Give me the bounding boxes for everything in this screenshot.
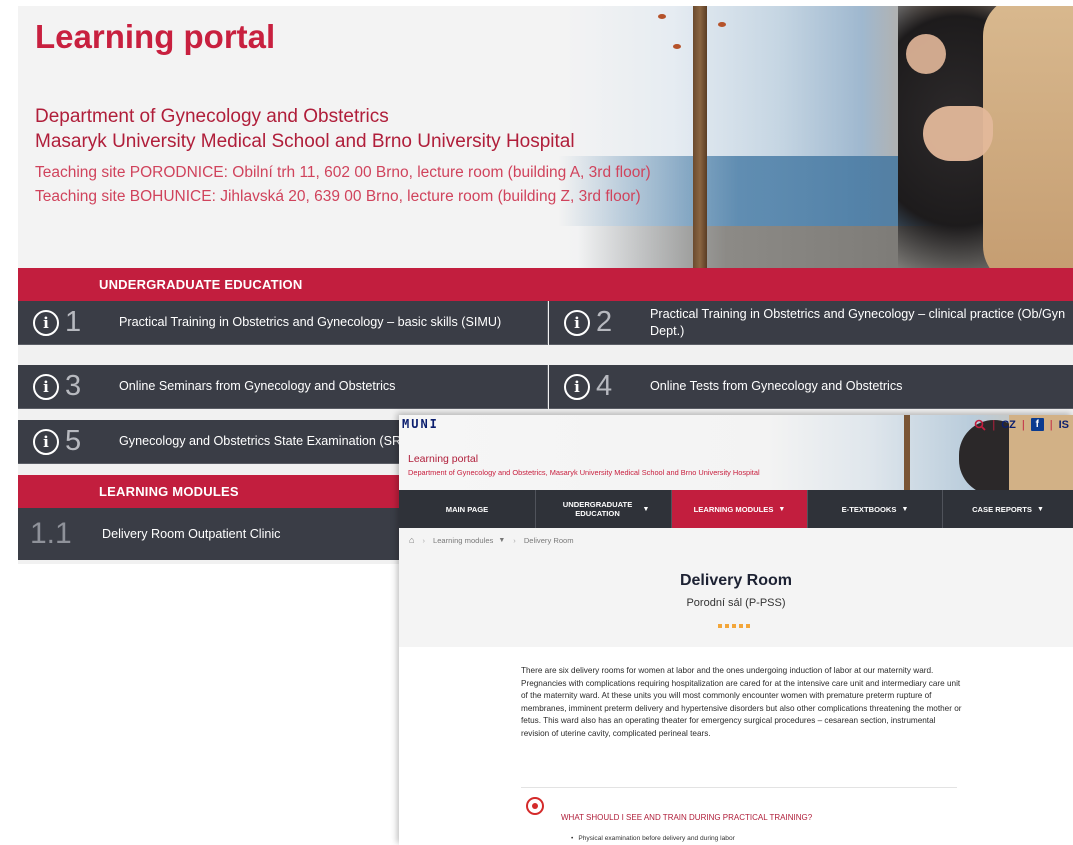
practical-training-heading: WHAT SHOULD I SEE AND TRAIN DURING PRACT… <box>561 813 813 822</box>
nav-main-page[interactable]: MAIN PAGE <box>399 490 536 528</box>
decorative-dots <box>718 624 750 628</box>
dot <box>739 624 743 628</box>
breadcrumb-current: Delivery Room <box>523 535 574 545</box>
delivery-room-window: MUNI Learning portal Department of Gynec… <box>399 415 1073 845</box>
hero-hand <box>923 106 993 161</box>
caret-down-icon: ▼ <box>778 505 786 513</box>
nav-label: E-TEXTBOOKS <box>841 504 897 514</box>
main-nav: MAIN PAGE UNDERGRADUATE EDUCATION ▼ LEAR… <box>399 490 1073 528</box>
page-header: MUNI Learning portal Department of Gynec… <box>399 415 1073 490</box>
learning-modules-heading[interactable]: LEARNING MODULES <box>18 475 400 508</box>
muni-logo[interactable]: MUNI <box>402 417 439 431</box>
dot <box>732 624 736 628</box>
hero-leaf <box>718 22 726 27</box>
page-description: There are six delivery rooms for women a… <box>521 666 962 738</box>
hero-banner: Learning portal Department of Gynecology… <box>18 6 1073 268</box>
course-tile-3[interactable]: i 3 Online Seminars from Gynecology and … <box>18 365 548 409</box>
caret-down-icon: ▼ <box>901 505 909 513</box>
module-label: Delivery Room Outpatient Clinic <box>102 527 281 541</box>
teaching-site-bohunice: Teaching site BOHUNICE: Jihlavská 20, 63… <box>35 188 641 205</box>
hero-jacket <box>983 6 1073 268</box>
nav-label: MAIN PAGE <box>445 504 489 514</box>
section-heading-label: UNDERGRADUATE EDUCATION <box>99 277 303 292</box>
nav-label: LEARNING MODULES <box>693 504 774 514</box>
course-number: 4 <box>596 370 613 402</box>
course-tile-4[interactable]: i 4 Online Tests from Gynecology and Obs… <box>549 365 1073 409</box>
page-title: Delivery Room <box>679 572 793 589</box>
nav-e-textbooks[interactable]: E-TEXTBOOKS ▼ <box>808 490 943 528</box>
dot <box>725 624 729 628</box>
page-local-name: Porodní sál (P-PSS) <box>686 597 786 609</box>
course-label: Practical Training in Obstetrics and Gyn… <box>650 306 1066 338</box>
info-icon: i <box>564 373 590 400</box>
divider: | <box>992 418 996 431</box>
breadcrumb-separator: › <box>422 535 425 545</box>
divider: | <box>1021 418 1025 431</box>
breadcrumb-learning-modules[interactable]: Learning modules <box>433 536 493 545</box>
nav-undergraduate-education[interactable]: UNDERGRADUATE EDUCATION ▼ <box>536 490 672 528</box>
hero-tree <box>693 6 707 268</box>
course-label: Online Seminars from Gynecology and Obst… <box>119 379 396 393</box>
header-links: | CZ | f | IS <box>974 418 1069 431</box>
nav-case-reports[interactable]: CASE REPORTS ▼ <box>943 490 1073 528</box>
course-number: 3 <box>65 370 82 402</box>
module-tile-1-1[interactable]: 1.1 Delivery Room Outpatient Clinic <box>18 508 400 560</box>
module-number: 1.1 <box>30 517 72 550</box>
info-icon: i <box>33 428 59 455</box>
target-icon <box>526 797 544 815</box>
divider: | <box>1049 418 1053 431</box>
course-label: Gynecology and Obstetrics State Examinat… <box>119 434 413 448</box>
portal-subtitle: Department of Gynecology and Obstetrics,… <box>408 468 760 477</box>
section-heading-label: LEARNING MODULES <box>99 484 239 499</box>
course-tile-1[interactable]: i 1 Practical Training in Obstetrics and… <box>18 301 548 345</box>
caret-down-icon[interactable]: ▼ <box>498 537 505 544</box>
portal-title-link[interactable]: Learning portal <box>408 453 478 465</box>
search-icon[interactable] <box>974 419 986 431</box>
hero-leaf <box>658 14 666 19</box>
nav-learning-modules[interactable]: LEARNING MODULES ▼ <box>672 490 808 528</box>
divider <box>521 787 957 788</box>
teaching-site-porodnice: Teaching site PORODNICE: Obilní trh 11, … <box>35 164 651 181</box>
breadcrumb: ⌂ › Learning modules ▼ › Delivery Room <box>399 528 1073 552</box>
hero-leaf <box>673 44 681 49</box>
department-name: Department of Gynecology and Obstetrics <box>35 106 389 127</box>
page-title-area: Delivery Room Porodní sál (P-PSS) <box>399 552 1073 647</box>
header-tree <box>904 415 910 490</box>
course-number: 5 <box>65 425 82 457</box>
info-icon: i <box>33 373 59 400</box>
language-switch-cz[interactable]: CZ <box>1001 419 1016 431</box>
course-label: Practical Training in Obstetrics and Gyn… <box>119 315 502 329</box>
nav-label: UNDERGRADUATE EDUCATION <box>562 500 633 518</box>
facebook-icon[interactable]: f <box>1030 418 1044 431</box>
course-label: Online Tests from Gynecology and Obstetr… <box>650 379 903 393</box>
hero-hand <box>906 34 946 74</box>
nav-label: CASE REPORTS <box>972 504 1032 514</box>
course-number: 1 <box>65 306 82 338</box>
dot <box>746 624 750 628</box>
list-item: Physical examination before delivery and… <box>571 835 735 842</box>
dot <box>718 624 722 628</box>
course-number: 2 <box>596 306 613 338</box>
portal-title: Learning portal <box>35 18 276 55</box>
home-icon[interactable]: ⌂ <box>409 535 414 545</box>
course-tile-2[interactable]: i 2 Practical Training in Obstetrics and… <box>549 301 1073 345</box>
breadcrumb-separator: › <box>513 535 516 545</box>
info-icon: i <box>33 309 59 336</box>
university-name: Masaryk University Medical School and Br… <box>35 131 575 152</box>
info-icon: i <box>564 309 590 336</box>
caret-down-icon: ▼ <box>1036 505 1044 513</box>
undergraduate-education-heading[interactable]: UNDERGRADUATE EDUCATION <box>18 268 1073 301</box>
caret-down-icon: ▼ <box>642 505 650 513</box>
is-link[interactable]: IS <box>1059 419 1069 431</box>
